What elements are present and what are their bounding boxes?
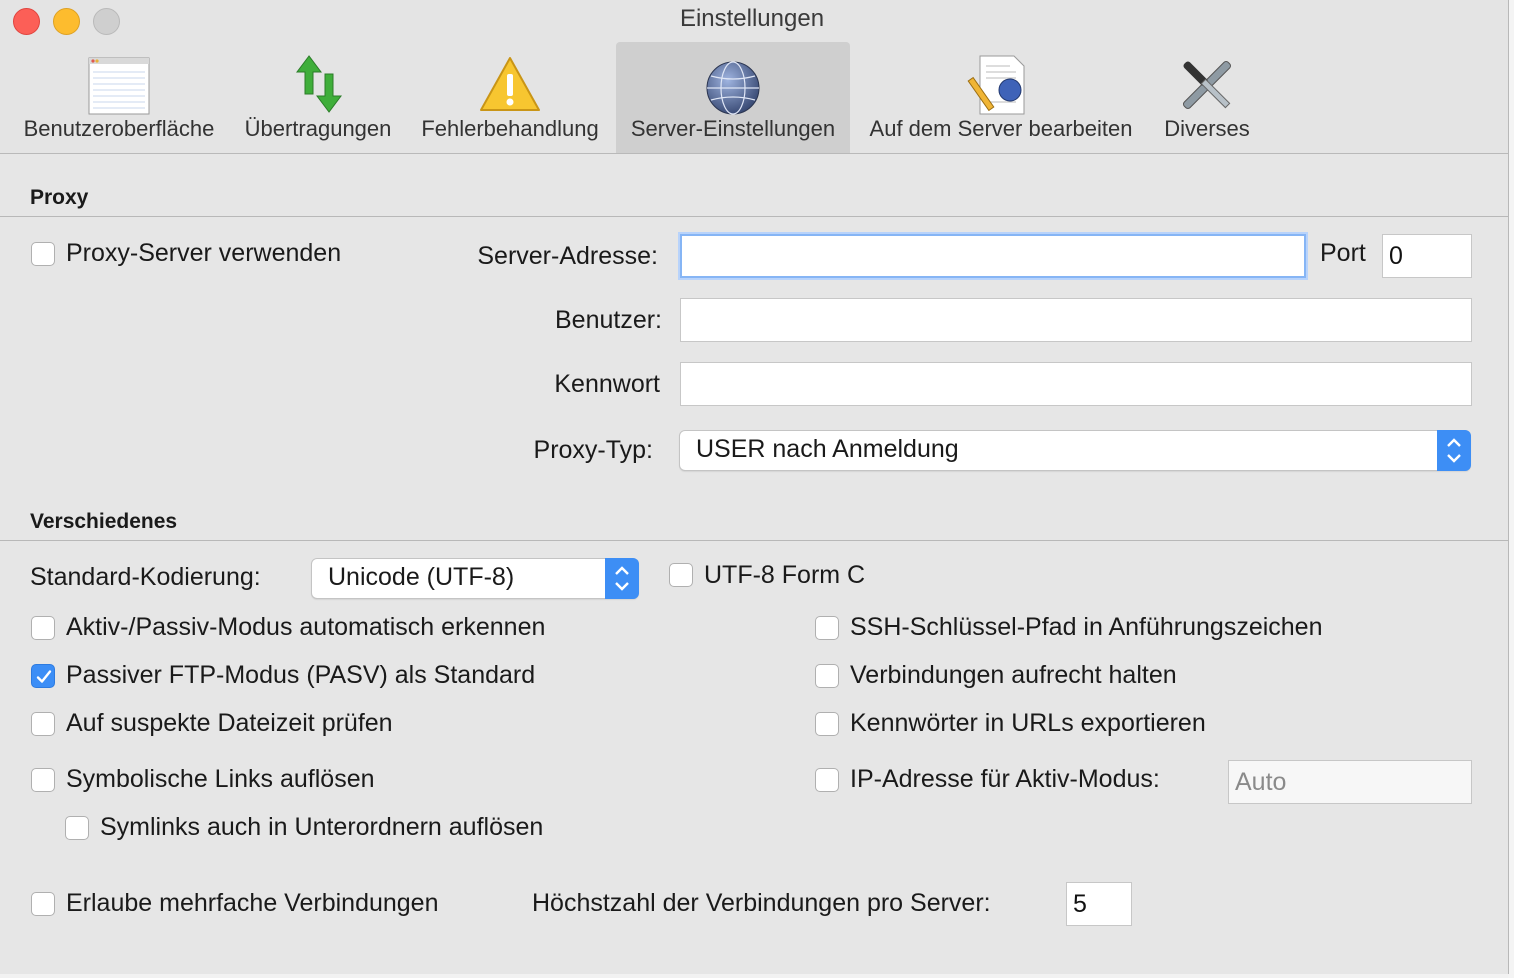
toolbar-item-edit-on-server[interactable]: Auf dem Server bearbeiten bbox=[856, 42, 1146, 153]
toolbar: Einstellungen Benutzeroberfläche Übertra… bbox=[0, 0, 1508, 154]
toolbar-item-label: Übertragungen bbox=[244, 116, 392, 141]
toolbar-item-misc[interactable]: Diverses bbox=[1154, 42, 1260, 153]
password-label: Kennwort bbox=[554, 370, 660, 398]
encoding-select[interactable]: Unicode (UTF-8) bbox=[311, 558, 639, 599]
toolbar-item-label: Auf dem Server bearbeiten bbox=[869, 116, 1133, 141]
toolbar-item-server-settings[interactable]: Server-Einstellungen bbox=[616, 42, 850, 153]
keep-alive-checkbox[interactable] bbox=[815, 664, 839, 688]
toolbar-item-label: Diverses bbox=[1164, 116, 1250, 141]
misc-section-title: Verschiedenes bbox=[30, 510, 178, 533]
ssh-key-quotes-label: SSH-Schlüssel-Pfad in Anführungszeichen bbox=[850, 613, 1323, 641]
warning-icon bbox=[475, 50, 545, 118]
multiple-connections-checkbox[interactable] bbox=[31, 892, 55, 916]
toolbar-item-error-handling[interactable]: Fehlerbehandlung bbox=[410, 42, 610, 153]
popup-arrows-icon bbox=[605, 558, 639, 599]
suspicious-time-label: Auf suspekte Dateizeit prüfen bbox=[66, 709, 393, 737]
tools-icon bbox=[1172, 50, 1242, 118]
toolbar-item-transfers[interactable]: Übertragungen bbox=[234, 42, 402, 153]
checkmark-icon bbox=[36, 670, 52, 683]
resolve-symlinks-label: Symbolische Links auflösen bbox=[66, 765, 375, 793]
port-input[interactable] bbox=[1382, 234, 1472, 278]
ip-active-input[interactable] bbox=[1228, 760, 1472, 804]
use-proxy-checkbox[interactable] bbox=[31, 242, 55, 266]
max-connections-label: Höchstzahl der Verbindungen pro Server: bbox=[532, 889, 991, 917]
resolve-symlinks-sub-label: Symlinks auch in Unterordnern auflösen bbox=[100, 813, 544, 841]
ip-active-label: IP-Adresse für Aktiv-Modus: bbox=[850, 765, 1160, 793]
encoding-label: Standard-Kodierung: bbox=[30, 563, 261, 591]
window-icon bbox=[84, 50, 154, 118]
ssh-key-quotes-checkbox[interactable] bbox=[815, 616, 839, 640]
divider bbox=[0, 540, 1508, 541]
resolve-symlinks-sub-checkbox[interactable] bbox=[65, 816, 89, 840]
resolve-symlinks-checkbox[interactable] bbox=[31, 768, 55, 792]
user-label: Benutzer: bbox=[554, 306, 662, 334]
user-input[interactable] bbox=[680, 298, 1472, 342]
proxy-type-value: USER nach Anmeldung bbox=[696, 435, 959, 463]
globe-icon bbox=[698, 50, 768, 118]
proxy-section-title: Proxy bbox=[30, 186, 89, 209]
transfer-arrows-icon bbox=[283, 50, 353, 118]
utf8-form-c-label: UTF-8 Form C bbox=[704, 561, 866, 589]
utf8-form-c-checkbox[interactable] bbox=[669, 563, 693, 587]
edit-document-icon bbox=[966, 50, 1036, 118]
divider bbox=[0, 216, 1508, 217]
server-address-input[interactable] bbox=[680, 234, 1306, 278]
suspicious-time-checkbox[interactable] bbox=[31, 712, 55, 736]
toolbar-item-label: Server-Einstellungen bbox=[630, 116, 836, 141]
max-connections-input[interactable] bbox=[1066, 882, 1132, 926]
proxy-type-label: Proxy-Typ: bbox=[533, 436, 653, 464]
password-input[interactable] bbox=[680, 362, 1472, 406]
toolbar-item-user-interface[interactable]: Benutzeroberfläche bbox=[10, 42, 228, 153]
multiple-connections-label: Erlaube mehrfache Verbindungen bbox=[66, 889, 439, 917]
proxy-type-select[interactable]: USER nach Anmeldung bbox=[679, 430, 1471, 471]
window-title: Einstellungen bbox=[679, 5, 825, 32]
toolbar-item-label: Benutzeroberfläche bbox=[23, 116, 215, 141]
keep-alive-label: Verbindungen aufrecht halten bbox=[850, 661, 1177, 689]
use-proxy-label: Proxy-Server verwenden bbox=[66, 239, 342, 267]
encoding-value: Unicode (UTF-8) bbox=[328, 563, 515, 591]
export-passwords-checkbox[interactable] bbox=[815, 712, 839, 736]
port-label: Port bbox=[1320, 239, 1366, 267]
passive-ftp-label: Passiver FTP-Modus (PASV) als Standard bbox=[66, 661, 536, 689]
export-passwords-label: Kennwörter in URLs exportieren bbox=[850, 709, 1206, 737]
ip-active-checkbox[interactable] bbox=[815, 768, 839, 792]
auto-detect-mode-checkbox[interactable] bbox=[31, 616, 55, 640]
server-address-label: Server-Adresse: bbox=[477, 242, 658, 270]
preferences-window: Einstellungen Benutzeroberfläche Übertra… bbox=[0, 0, 1509, 974]
auto-detect-mode-label: Aktiv-/Passiv-Modus automatisch erkennen bbox=[66, 613, 546, 641]
toolbar-item-label: Fehlerbehandlung bbox=[421, 116, 599, 141]
passive-ftp-checkbox[interactable] bbox=[31, 664, 55, 688]
popup-arrows-icon bbox=[1437, 430, 1471, 471]
